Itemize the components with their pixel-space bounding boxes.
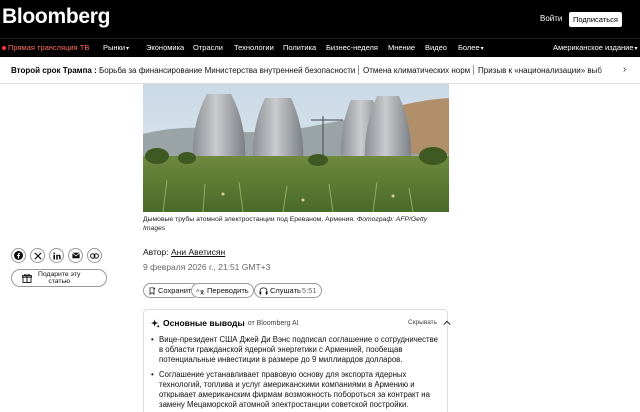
- translate-icon: A: [196, 287, 205, 294]
- nav-item-politics[interactable]: Политика: [283, 43, 316, 52]
- bookmark-icon: [149, 286, 156, 295]
- translate-button[interactable]: A Переводить: [191, 283, 254, 298]
- top-bar: Bloomberg Войти Подписаться: [0, 0, 640, 38]
- trending-divider: [358, 65, 359, 75]
- link-icon: [90, 252, 99, 259]
- facebook-icon: [14, 251, 23, 260]
- chevron-right-icon[interactable]: ›: [623, 64, 626, 75]
- nav-live-tv[interactable]: Прямая трансляция ТВ: [2, 43, 89, 52]
- main-nav: Прямая трансляция ТВ Рынки▾ Экономика От…: [0, 38, 640, 57]
- gift-icon: [22, 273, 32, 283]
- trending-item[interactable]: Призыв к «национализации» выб: [478, 66, 602, 75]
- chevron-up-icon: [443, 320, 451, 325]
- copy-link-button[interactable]: [87, 248, 102, 263]
- trending-fade: [595, 57, 640, 83]
- facebook-share-button[interactable]: [11, 248, 26, 263]
- author-link[interactable]: Ани Аветисян: [171, 247, 225, 257]
- listen-duration: 5:51: [301, 286, 317, 295]
- trending-bar: Второй срок Трампа : Борьба за финансиро…: [0, 57, 640, 84]
- gift-label-line2: статью: [48, 278, 71, 285]
- login-link[interactable]: Войти: [540, 14, 562, 23]
- svg-text:A: A: [196, 287, 200, 293]
- byline: Автор: Ани Аветисян: [143, 247, 225, 257]
- sparkle-icon: [151, 318, 160, 328]
- takeaways-title: Основные выводы: [163, 318, 245, 328]
- linkedin-share-button[interactable]: [49, 248, 64, 263]
- subscribe-button[interactable]: Подписаться: [569, 12, 622, 27]
- gift-article-label: Подарите эту статью: [38, 271, 80, 285]
- article-photo: [143, 84, 449, 212]
- listen-button[interactable]: Слушать 5:51: [254, 283, 322, 298]
- nav-item-markets[interactable]: Рынки▾: [103, 43, 129, 52]
- takeaways-header: Основные выводы от Bloomberg AI: [151, 318, 299, 328]
- trending-label: Второй срок Трампа :: [11, 66, 97, 75]
- takeaways-list: Вице-президент США Джей Ди Вэнс подписал…: [151, 335, 443, 412]
- gift-label-line1: Подарите эту: [38, 271, 81, 278]
- edition-label: Американское издание: [553, 43, 634, 52]
- takeaways-collapse-button[interactable]: Скрывать: [408, 319, 451, 326]
- linkedin-icon: [52, 251, 61, 260]
- publish-date: 9 февраля 2026 г., 21:51 GMT+3: [143, 262, 271, 272]
- caption-text: Дымовые трубы атомной электростанции под…: [143, 216, 355, 223]
- nav-item-technology[interactable]: Технологии: [234, 43, 274, 52]
- email-share-button[interactable]: [68, 248, 83, 263]
- nav-item-industries[interactable]: Отрасли: [193, 43, 223, 52]
- byline-prefix: Автор:: [143, 247, 169, 257]
- nav-live-label: Прямая трансляция ТВ: [8, 43, 90, 52]
- takeaway-item: Вице-президент США Джей Ди Вэнс подписал…: [151, 335, 443, 365]
- nav-item-label: Рынки: [103, 43, 126, 52]
- trending-item[interactable]: Отмена климатических норм: [363, 66, 470, 75]
- trending-divider: [473, 65, 474, 75]
- takeaways-source: от Bloomberg AI: [247, 319, 299, 327]
- email-icon: [71, 252, 80, 259]
- nav-item-opinion[interactable]: Мнение: [388, 43, 415, 52]
- x-share-button[interactable]: [30, 248, 45, 263]
- nav-item-more[interactable]: Более▾: [458, 43, 484, 52]
- nav-item-label: Более: [458, 43, 480, 52]
- trending-item[interactable]: Борьба за финансирование Министерства вн…: [99, 66, 355, 75]
- key-takeaways-panel: Основные выводы от Bloomberg AI Скрывать…: [143, 309, 451, 412]
- collapse-label: Скрывать: [408, 319, 438, 326]
- edition-selector[interactable]: Американское издание▾: [553, 43, 638, 52]
- save-label: Сохранить: [158, 286, 196, 295]
- bloomberg-logo[interactable]: Bloomberg: [2, 5, 110, 29]
- headphones-icon: [259, 286, 268, 295]
- gift-article-button[interactable]: Подарите эту статью: [11, 269, 107, 287]
- photo-caption: Дымовые трубы атомной электростанции под…: [143, 215, 449, 233]
- takeaway-item: Соглашение устанавливает правовую основу…: [151, 370, 443, 410]
- chevron-down-icon: ▾: [126, 46, 130, 52]
- nav-item-economics[interactable]: Экономика: [146, 43, 184, 52]
- share-toolbar: [11, 248, 102, 263]
- chevron-down-icon: ▾: [634, 46, 638, 52]
- live-dot-icon: [2, 45, 6, 50]
- listen-label: Слушать: [270, 286, 301, 295]
- nuclear-plant-image: [143, 84, 449, 212]
- translate-label: Переводить: [207, 286, 249, 295]
- nav-item-businessweek[interactable]: Бизнес-неделя: [326, 43, 378, 52]
- x-icon: [33, 251, 42, 260]
- chevron-down-icon: ▾: [480, 46, 484, 52]
- nav-item-video[interactable]: Видео: [425, 43, 447, 52]
